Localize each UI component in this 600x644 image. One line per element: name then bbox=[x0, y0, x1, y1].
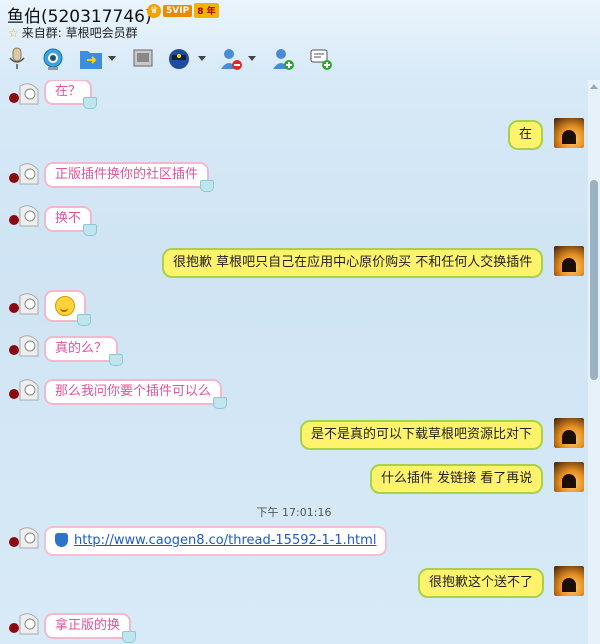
send-file-dropdown-icon[interactable] bbox=[108, 56, 116, 61]
contact-avatar[interactable] bbox=[6, 524, 40, 552]
my-avatar[interactable] bbox=[554, 566, 584, 596]
subtitle-prefix: 来自群: bbox=[21, 26, 62, 40]
scrollbar-thumb[interactable] bbox=[590, 180, 598, 380]
tea-cup-icon bbox=[77, 314, 91, 326]
tea-cup-icon bbox=[83, 97, 98, 109]
police-dropdown-icon[interactable] bbox=[198, 56, 206, 61]
my-avatar[interactable] bbox=[554, 246, 584, 276]
vip-level: 5VIP bbox=[163, 4, 193, 17]
group-source: ☆ 来自群: 草根吧会员群 bbox=[8, 24, 138, 41]
tea-cup-icon bbox=[109, 354, 124, 366]
vip-years: 8 年 bbox=[194, 3, 219, 18]
remove-member-icon[interactable] bbox=[218, 46, 244, 72]
message-bubble-left: 真的么？ bbox=[44, 336, 124, 366]
message-bubble-right: 很抱歉这个送不了 bbox=[418, 568, 545, 598]
contact-avatar[interactable] bbox=[6, 332, 40, 360]
smirk-face-icon bbox=[55, 295, 75, 316]
tea-cup-icon bbox=[213, 397, 228, 409]
group-name[interactable]: 草根吧会员群 bbox=[66, 26, 138, 40]
message-bubble-left: 拿正版的换 bbox=[44, 613, 137, 643]
contact-avatar[interactable] bbox=[6, 160, 40, 188]
message-bubble-left: 在？ bbox=[44, 80, 98, 109]
message-bubble-left: http://www.caogen8.co/thread-15592-1-1.h… bbox=[44, 526, 388, 556]
chat-scrollbar[interactable] bbox=[588, 80, 600, 644]
contact-avatar[interactable] bbox=[6, 376, 40, 404]
screen-share-icon[interactable] bbox=[130, 46, 156, 72]
tea-cup-icon bbox=[83, 224, 98, 236]
message-bubble-right: 很抱歉 草根吧只自己在应用中心原价购买 不和任何人交换插件 bbox=[162, 248, 544, 278]
message-timestamp: 下午 17:01:16 bbox=[256, 506, 332, 519]
member-dropdown-icon[interactable] bbox=[248, 56, 256, 61]
tea-cup-icon bbox=[122, 631, 137, 643]
contact-avatar[interactable] bbox=[6, 290, 40, 318]
message-bubble-left: 换不 bbox=[44, 206, 98, 236]
message-bubble-right: 是不是真的可以下载草根吧资源比对下 bbox=[300, 420, 544, 450]
police-avatar-icon[interactable] bbox=[166, 46, 192, 72]
message-bubble-right: 在 bbox=[508, 120, 544, 150]
message-bubble-left: 正版插件换你的社区插件 bbox=[44, 162, 215, 192]
chat-header: 鱼伯(520317746) ♛ 5VIP 8 年 ☆ 来自群: 草根吧会员群 bbox=[0, 0, 600, 80]
my-avatar[interactable] bbox=[554, 462, 584, 492]
crown-icon: ♛ bbox=[147, 3, 161, 18]
contact-avatar[interactable] bbox=[6, 202, 40, 230]
message-list[interactable]: 在？ 在 正版插件换你的社区插件 换不 很抱歉 草根吧只自己在应用中心原价购买 … bbox=[0, 80, 588, 644]
video-camera-icon[interactable] bbox=[40, 46, 66, 72]
tea-cup-icon bbox=[200, 180, 215, 192]
microphone-icon[interactable] bbox=[4, 46, 30, 72]
contact-avatar[interactable] bbox=[6, 80, 40, 108]
my-avatar[interactable] bbox=[554, 418, 584, 448]
message-bubble-right: 什么插件 发链接 看了再说 bbox=[370, 464, 544, 494]
scroll-up-arrow-icon[interactable] bbox=[590, 84, 598, 89]
add-chat-icon[interactable] bbox=[308, 46, 334, 72]
security-shield-icon bbox=[55, 532, 68, 547]
vip-badge[interactable]: ♛ 5VIP 8 年 bbox=[147, 3, 219, 18]
star-icon: ☆ bbox=[8, 26, 19, 40]
add-member-icon[interactable] bbox=[270, 46, 296, 72]
message-bubble-left bbox=[44, 290, 91, 326]
message-link[interactable]: http://www.caogen8.co/thread-15592-1-1.h… bbox=[74, 533, 376, 548]
toolbar bbox=[0, 44, 600, 76]
my-avatar[interactable] bbox=[554, 118, 584, 148]
send-file-icon[interactable] bbox=[78, 46, 104, 72]
contact-avatar[interactable] bbox=[6, 610, 40, 638]
message-bubble-left: 那么我问你要个插件可以么 bbox=[44, 379, 228, 409]
